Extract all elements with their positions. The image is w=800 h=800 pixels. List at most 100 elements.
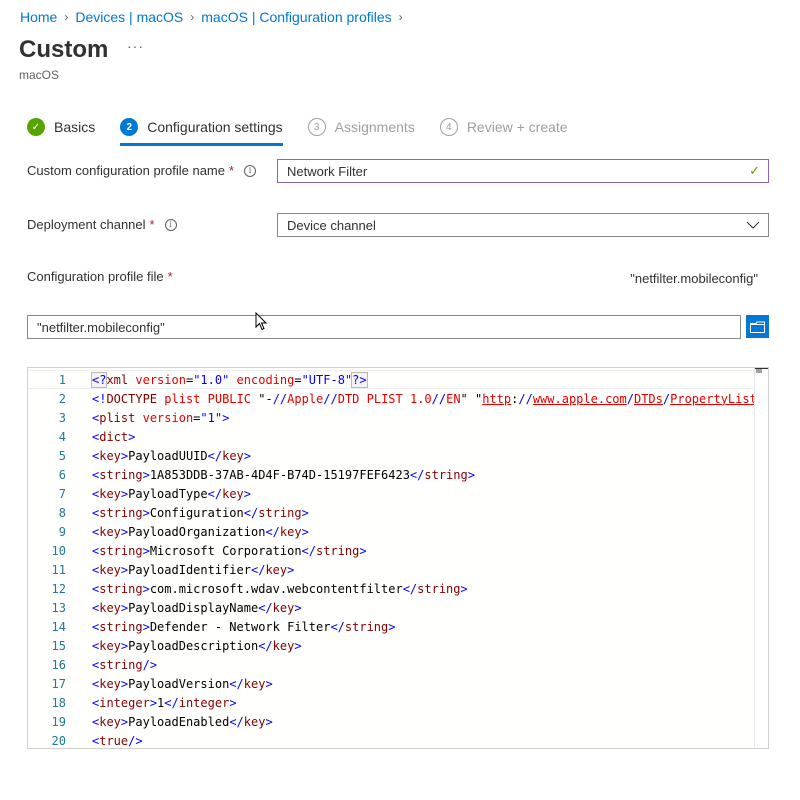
code-line[interactable]: 2 <!DOCTYPE plist PUBLIC "-//Apple//DTD P… [28, 389, 768, 408]
code-line[interactable]: 16 <string/> [28, 655, 754, 674]
step-review-create[interactable]: 4 Review + create [439, 118, 568, 146]
more-options-button[interactable]: ··· [127, 38, 144, 54]
code-text: <dict> [92, 430, 135, 444]
line-number: 12 [51, 581, 66, 596]
profile-file-label: Configuration profile file * [27, 269, 173, 284]
code-line[interactable]: 6 <string>1A853DDB-37AB-4D4F-B74D-15197FE… [28, 465, 754, 484]
chevron-right-icon: › [398, 10, 403, 24]
code-token: </ [409, 467, 425, 482]
code-token: Apple [287, 391, 324, 406]
step-configuration-settings[interactable]: 2 Configuration settings [120, 118, 284, 146]
step-basics[interactable]: ✓ Basics [27, 118, 95, 146]
code-token: - [265, 391, 273, 406]
code-line[interactable]: 17 <key>PayloadVersion</key> [28, 674, 754, 693]
code-token: string [316, 543, 360, 558]
code-line[interactable]: 7 <key>PayloadType</key> [28, 484, 754, 503]
code-line[interactable]: 20 <true/> [28, 731, 754, 748]
code-token: </ [258, 600, 273, 615]
required-marker: * [149, 217, 155, 232]
line-number: 18 [51, 695, 66, 710]
code-line[interactable]: 11 <key>PayloadIdentifier</key> [28, 560, 754, 579]
profile-file-input[interactable]: "netfilter.mobileconfig" [27, 315, 741, 339]
folder-icon [750, 321, 765, 333]
code-line[interactable]: 9 <key>PayloadOrganization</key> [28, 522, 754, 541]
code-token: > [142, 543, 150, 558]
label-text: Configuration profile file [27, 269, 164, 284]
code-token: PayloadOrganization [128, 524, 266, 539]
code-line[interactable]: 8 <string>Configuration</string> [28, 503, 754, 522]
code-token: http [482, 391, 512, 406]
code-line[interactable]: 1 <?xml version="1.0" encoding="UTF-8"?> [28, 370, 754, 389]
info-icon[interactable]: i [244, 164, 257, 177]
page-subtitle: macOS [19, 68, 60, 82]
breadcrumb-devices-macos[interactable]: Devices | macOS [75, 9, 183, 25]
code-token: > [142, 619, 150, 634]
code-editor[interactable]: 1 <?xml version="1.0" encoding="UTF-8"?> 2… [27, 367, 769, 749]
code-text: <key>PayloadEnabled</key> [92, 715, 273, 729]
step-label: Configuration settings [147, 119, 283, 135]
code-line[interactable]: 3 <plist version="1"> [28, 408, 754, 427]
chevron-right-icon: › [64, 10, 69, 24]
code-token: key [99, 486, 121, 501]
profile-name-input[interactable]: Network Filter ✓ [277, 159, 769, 183]
code-text: <key>PayloadDisplayName</key> [92, 601, 302, 615]
code-token: key [99, 676, 121, 691]
code-token: DTD PLIST 1.0 [337, 391, 432, 406]
code-token: </ [265, 524, 280, 539]
scrollbar-thumb[interactable] [756, 369, 762, 373]
step-assignments[interactable]: 3 Assignments [307, 118, 415, 146]
code-line[interactable]: 12 <string>com.microsoft.wdav.webcontentf… [28, 579, 754, 598]
line-number: 14 [51, 619, 66, 634]
code-text: <string/> [92, 658, 157, 672]
profile-name-value: Network Filter [287, 163, 368, 179]
mouse-cursor-icon [255, 312, 268, 331]
step-number-badge: 3 [307, 118, 326, 136]
code-token: string [99, 657, 143, 672]
code-token: > [142, 505, 150, 520]
code-line[interactable]: 14 <string>Defender - Network Filter</str… [28, 617, 754, 636]
code-token: key [99, 600, 121, 615]
chevron-down-icon [746, 221, 760, 229]
code-token: key [222, 486, 244, 501]
line-number: 10 [51, 543, 66, 558]
code-token: > [460, 581, 468, 596]
code-token: "UTF-8" [301, 372, 353, 387]
code-token: plist [164, 391, 201, 406]
code-token: = [294, 372, 302, 387]
code-line[interactable]: 18 <integer>1</integer> [28, 693, 754, 712]
code-line[interactable]: 5 <key>PayloadUUID</key> [28, 446, 754, 465]
code-token: </ [229, 714, 244, 729]
code-token: > [142, 581, 150, 596]
selected-file-name: "netfilter.mobileconfig" [630, 271, 758, 286]
code-line[interactable]: 19 <key>PayloadEnabled</key> [28, 712, 754, 731]
deployment-channel-dropdown[interactable]: Device channel [277, 213, 769, 237]
breadcrumb-home[interactable]: Home [20, 9, 57, 25]
code-line[interactable]: 15 <key>PayloadDescription</key> [28, 636, 754, 655]
code-token: Microsoft Corporation [149, 543, 302, 558]
code-token: > [294, 600, 302, 615]
deployment-channel-label: Deployment channel * i [27, 217, 177, 232]
chevron-right-icon: › [190, 10, 195, 24]
info-icon[interactable]: i [164, 218, 177, 231]
code-token: PayloadDescription [128, 638, 259, 653]
code-line[interactable]: 4 <dict> [28, 427, 754, 446]
checkmark-icon: ✓ [27, 118, 45, 136]
wizard-steps: ✓ Basics 2 Configuration settings 3 Assi… [27, 118, 593, 146]
code-token: <! [92, 391, 107, 406]
code-text: <string>1A853DDB-37AB-4D4F-B74D-15197FEF… [92, 468, 475, 482]
code-token: string [344, 619, 389, 634]
code-text: <key>PayloadDescription</key> [92, 639, 302, 653]
line-number: 6 [58, 467, 66, 482]
breadcrumb-macos-configuration-profiles[interactable]: macOS | Configuration profiles [201, 9, 391, 25]
code-token: PayloadType [128, 486, 208, 501]
browse-file-button[interactable] [746, 315, 769, 338]
code-token: > [359, 543, 367, 558]
vertical-scrollbar[interactable] [754, 368, 768, 748]
code-token: string [99, 467, 143, 482]
code-line[interactable]: 10 <string>Microsoft Corporation</string> [28, 541, 754, 560]
code-token: DTDs [633, 391, 663, 406]
code-token: key [222, 448, 244, 463]
code-line[interactable]: 13 <key>PayloadDisplayName</key> [28, 598, 754, 617]
